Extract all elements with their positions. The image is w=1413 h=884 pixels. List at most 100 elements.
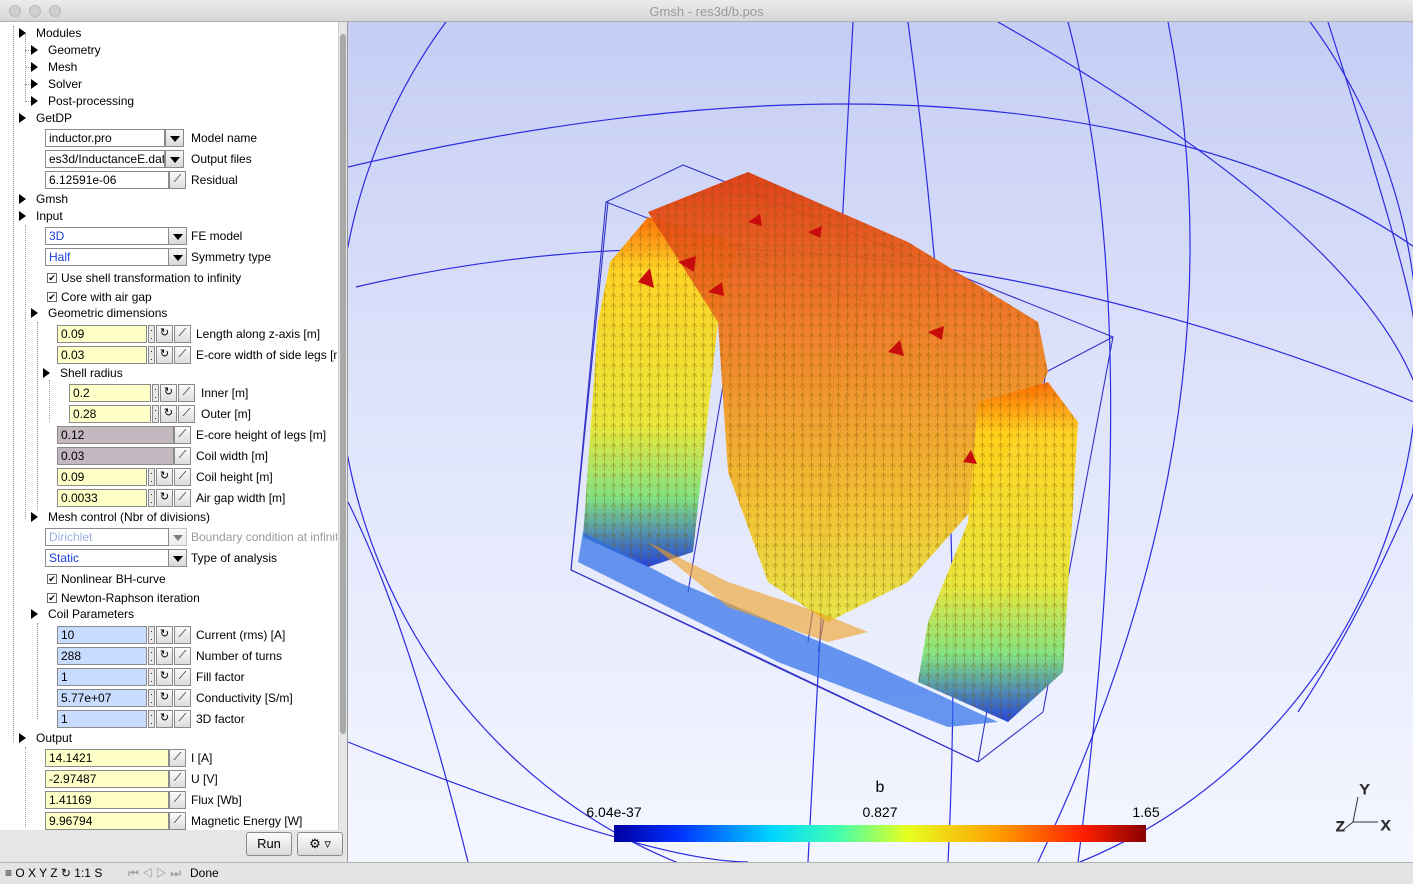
expand-triangle-icon[interactable] [31,62,38,72]
loop-icon[interactable]: ↻ [156,647,173,665]
graph-icon[interactable]: ⟋ [174,346,191,364]
stepper-icon[interactable]: · · [152,384,159,402]
graph-icon[interactable]: ⟋ [174,647,191,665]
current-field[interactable]: 10 [57,626,147,644]
expand-triangle-icon[interactable] [19,28,26,38]
loop-icon[interactable]: ↻ [156,346,173,364]
coil-height-row: 0.09 · · ↻ ⟋ Coil height [m] [0,467,338,488]
graph-icon[interactable]: ⟋ [174,426,191,444]
u-field[interactable]: -2.97487 [45,770,169,788]
stepper-icon[interactable]: · · [148,325,155,343]
chevron-down-icon[interactable] [165,150,184,168]
stepper-icon[interactable]: · · [148,668,155,686]
factor3d-field[interactable]: 1 [57,710,147,728]
expand-triangle-icon[interactable] [19,113,26,123]
stepper-icon[interactable]: · · [148,626,155,644]
i-field[interactable]: 14.1421 [45,749,169,767]
loop-icon[interactable]: ↻ [156,668,173,686]
analysis-select[interactable]: Static [45,549,169,567]
loop-icon[interactable]: ↻ [156,325,173,343]
chevron-down-icon[interactable] [168,227,187,245]
outer-field[interactable]: 0.28 [69,405,151,423]
stepper-icon[interactable]: · · [148,468,155,486]
expand-triangle-icon[interactable] [31,79,38,89]
stepper-icon[interactable]: · · [148,489,155,507]
expand-triangle-icon[interactable] [31,308,38,318]
model-name-row: inductor.pro Model name [0,128,338,149]
graph-icon[interactable]: ⟋ [174,468,191,486]
loop-icon[interactable]: ↻ [156,468,173,486]
graph-icon[interactable]: ⟋ [169,812,186,830]
expand-triangle-icon[interactable] [43,368,50,378]
graph-icon[interactable]: ⟋ [174,447,191,465]
animation-controls[interactable]: ⏮ ◁ ▷ ⏭ [128,866,181,881]
graphics-viewport[interactable]: b 6.04e-37 0.827 1.65 Y X Z [347,22,1413,862]
loop-icon[interactable]: ↻ [156,689,173,707]
graph-icon[interactable]: ⟋ [178,405,195,423]
expand-triangle-icon[interactable] [31,96,38,106]
graph-icon[interactable]: ⟋ [178,384,195,402]
output-files-select[interactable]: es3d/InductanceE.dat [45,150,165,168]
scrollbar-thumb[interactable] [340,34,346,734]
graph-icon[interactable]: ⟋ [169,770,186,788]
loop-icon[interactable]: ↻ [156,710,173,728]
graph-icon[interactable]: ⟋ [174,668,191,686]
fe-model-select[interactable]: 3D [45,227,169,245]
view-toolbar[interactable]: ≡ O X Y Z ↻ 1:1 S [5,866,102,880]
loop-icon[interactable]: ↻ [156,489,173,507]
fill-field[interactable]: 1 [57,668,147,686]
inner-field[interactable]: 0.2 [69,384,151,402]
expand-triangle-icon[interactable] [31,45,38,55]
title-bar: Gmsh - res3d/b.pos [0,0,1413,22]
loop-icon[interactable]: ↻ [160,405,177,423]
ecore-height-field: 0.12 [57,426,174,444]
turns-field[interactable]: 288 [57,647,147,665]
ecore-width-field[interactable]: 0.03 [57,346,147,364]
coil-height-field[interactable]: 0.09 [57,468,147,486]
energy-field[interactable]: 9.96794 [45,812,169,830]
chevron-down-icon [168,528,187,546]
length-z-field[interactable]: 0.09 [57,325,147,343]
symmetry-row: Half Symmetry type [0,247,338,268]
newton-checkbox[interactable]: ✔ [47,593,57,603]
options-button[interactable]: ⚙ ▿ [297,832,343,856]
air-gap-field[interactable]: 0.0033 [57,489,147,507]
graph-icon[interactable]: ⟋ [174,489,191,507]
graph-icon[interactable]: ⟋ [174,710,191,728]
expand-triangle-icon[interactable] [19,733,26,743]
chevron-down-icon[interactable] [165,129,184,147]
graph-icon[interactable]: ⟋ [169,791,186,809]
flux-field[interactable]: 1.41169 [45,791,169,809]
status-bar: ≡ O X Y Z ↻ 1:1 S ⏮ ◁ ▷ ⏭ Done [0,862,1413,884]
graph-icon[interactable]: ⟋ [174,689,191,707]
model-name-select[interactable]: inductor.pro [45,129,165,147]
stepper-icon[interactable]: · · [148,647,155,665]
nonlinear-checkbox[interactable]: ✔ [47,574,57,584]
u-row: -2.97487 ⟋ U [V] [0,769,338,790]
graph-icon[interactable]: ⟋ [174,325,191,343]
stepper-icon[interactable]: · · [152,405,159,423]
graph-icon[interactable]: ⟋ [169,749,186,767]
expand-triangle-icon[interactable] [31,609,38,619]
core-air-gap-checkbox[interactable]: ✔ [47,292,57,302]
shell-transform-checkbox[interactable]: ✔ [47,273,57,283]
residual-field[interactable]: 6.12591e-06 [45,171,169,189]
run-button[interactable]: Run [246,832,292,856]
field-plot[interactable]: b 6.04e-37 0.827 1.65 Y X Z [348,22,1413,862]
loop-icon[interactable]: ↻ [160,384,177,402]
expand-triangle-icon[interactable] [31,512,38,522]
stepper-icon[interactable]: · · [148,346,155,364]
graph-icon[interactable]: ⟋ [174,626,191,644]
conductivity-field[interactable]: 5.77e+07 [57,689,147,707]
loop-icon[interactable]: ↻ [156,626,173,644]
chevron-down-icon[interactable] [168,248,187,266]
chevron-down-icon[interactable] [168,549,187,567]
graph-icon[interactable]: ⟋ [169,171,186,189]
axis-y-label: Y [1360,781,1370,797]
expand-triangle-icon[interactable] [19,194,26,204]
tree-scrollbar[interactable] [338,22,347,830]
stepper-icon[interactable]: · · [148,689,155,707]
expand-triangle-icon[interactable] [19,211,26,221]
stepper-icon[interactable]: · · [148,710,155,728]
symmetry-select[interactable]: Half [45,248,169,266]
